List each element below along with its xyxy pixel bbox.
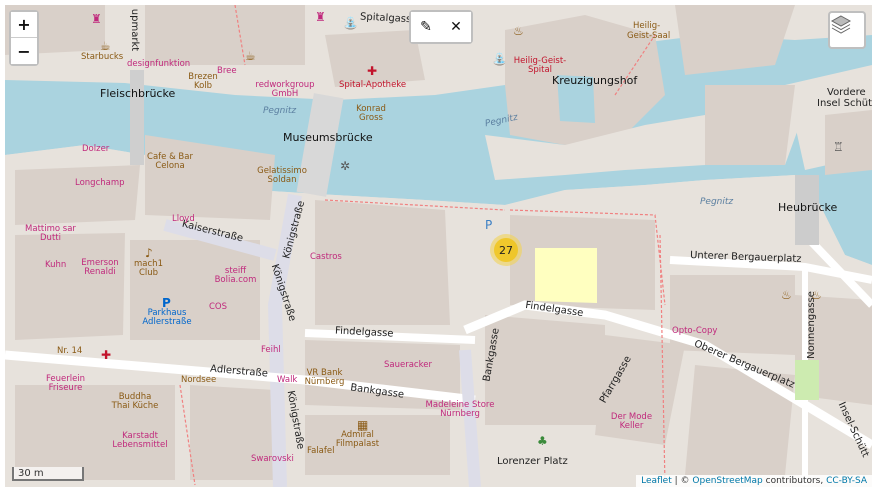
bicycle-parking-icon: P (485, 218, 493, 232)
poi-label: designfunktion (127, 59, 191, 69)
zoom-in-button[interactable]: + (11, 12, 37, 38)
poi-label: Mattimo sar Dutti (25, 224, 76, 243)
attribution-separator: | © (671, 476, 693, 486)
cluster-marker[interactable]: 27 (490, 234, 522, 266)
pharmacy-icon: ✚ (101, 348, 112, 362)
poi-label: Admiral Filmpalast (335, 430, 380, 449)
music-icon: ♪ (145, 246, 153, 260)
poi-label: Swarovski (251, 454, 294, 464)
poi-label: Lloyd (172, 214, 195, 224)
water-label: Pegnitz (700, 197, 734, 207)
edit-layers-button[interactable]: ✎ (411, 12, 441, 42)
scale-bar: 30 m (12, 467, 84, 481)
poi-label: Karstadt Lebensmittel (112, 431, 168, 450)
parking-icon: P (162, 296, 171, 310)
poi-label: Der Mode Keller (610, 412, 653, 431)
layers-control-button[interactable] (828, 11, 866, 49)
place-label: Insel Schütt (817, 98, 872, 109)
poi-label: Madeleine Store Nürnberg (425, 400, 495, 419)
restaurant-icon: ♨ (781, 288, 792, 302)
poi-label: redworkgroup GmbH (255, 80, 315, 99)
cafe-icon: ☕ (245, 49, 256, 63)
poi-label: steiff Bolia.com (214, 266, 257, 285)
poi-label: Walk (277, 375, 298, 385)
cafe-icon: ☕ (100, 39, 111, 53)
license-link[interactable]: CC-BY-SA (826, 476, 867, 486)
poi-label: mach1 Club (134, 259, 163, 278)
fountain-icon: ⛲ (492, 52, 507, 66)
osm-link[interactable]: OpenStreetMap (692, 476, 762, 486)
poi-label: Spital-Apotheke (339, 80, 407, 90)
street-label: Lorenzer Platz (497, 456, 568, 467)
poi-label: Kuhn (45, 260, 67, 270)
draw-toolbar: ✎ ✕ (409, 10, 473, 44)
street-label: Geist-Saal (627, 31, 671, 41)
restaurant-icon: ♨ (513, 24, 524, 38)
zoom-control: + − (9, 10, 39, 66)
cinema-icon: ▦ (357, 418, 369, 432)
tree-icon: ♣ (537, 434, 548, 448)
tower-icon: ♖ (833, 140, 844, 154)
attribution-contributors: contributors, (762, 476, 827, 486)
place-label: Fleischbrücke (100, 87, 176, 100)
poi-label: Starbucks (81, 52, 124, 62)
poi-label: Konrad Gross (356, 104, 386, 123)
poi-label: Feuerlein Friseure (45, 374, 86, 393)
poi-label: Heilig-Geist-Spital (513, 56, 567, 75)
place-label: Heubrücke (778, 201, 838, 214)
attraction-icon: ✲ (340, 159, 351, 173)
pharmacy-icon: ✚ (367, 64, 378, 78)
layers-icon (830, 15, 852, 34)
fountain-icon: ⛲ (343, 16, 358, 30)
poi-label: Nordsee (181, 375, 217, 385)
leaflet-link[interactable]: Leaflet (641, 476, 672, 486)
water-label: Pegnitz (263, 106, 297, 116)
place-label: Vordere (827, 87, 866, 98)
attribution: Leaflet | © OpenStreetMap contributors, … (636, 475, 872, 487)
poi-label: Castros (310, 252, 342, 262)
poi-label: Longchamp (75, 178, 125, 188)
map-canvas[interactable]: Fleischbrücke Museumsbrücke Heubrücke Kr… (5, 5, 872, 487)
poi-label: VR Bank Nürnberg (304, 368, 345, 387)
poi-label: Nr. 14 (57, 346, 83, 356)
poi-label: Saueracker (384, 360, 432, 370)
poi-label: Gelatissimo Soldan (257, 166, 307, 185)
pencil-icon: ✎ (420, 19, 432, 35)
poi-label: Buddha Thai Küche (111, 392, 159, 411)
zoom-out-button[interactable]: − (11, 38, 37, 64)
poi-label: Falafel (307, 446, 335, 456)
delete-layers-button[interactable]: ✕ (441, 12, 471, 42)
poi-label: Bree (217, 66, 237, 76)
cluster-count: 27 (494, 238, 518, 262)
poi-label: COS (209, 302, 228, 312)
poi-label: Parkhaus Adlerstraße (142, 308, 192, 327)
poi-label: Opto-Copy (672, 326, 718, 336)
clothes-shop-icon: ♜ (91, 12, 102, 26)
shop-icon: ♜ (315, 10, 326, 24)
place-label: Museumsbrücke (283, 131, 373, 144)
poi-label: Feihl (261, 345, 281, 355)
street-label: Heilig- (633, 21, 661, 31)
street-label: upmarkt (129, 8, 141, 52)
poi-label: Emerson Renaldi (81, 258, 119, 277)
place-label: Kreuzigungshof (552, 74, 638, 87)
poi-label: Dolzer (82, 144, 110, 154)
poi-label: Cafe & Bar Celona (147, 152, 193, 171)
restaurant-icon: ♨ (811, 288, 822, 302)
close-icon: ✕ (450, 19, 462, 35)
